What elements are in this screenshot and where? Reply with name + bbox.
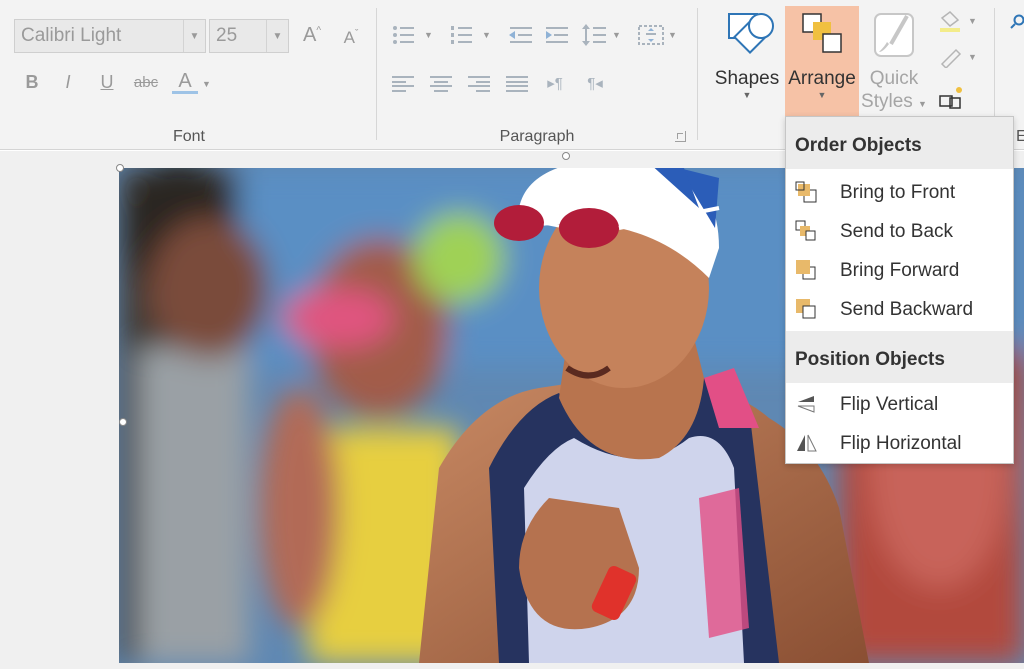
quick-styles-icon — [874, 13, 914, 57]
paint-bucket-icon — [940, 11, 960, 32]
bold-button[interactable]: B — [22, 72, 42, 93]
arrange-menu: Order Objects Bring to Front Send to Bac… — [785, 116, 1014, 464]
shape-outline-button[interactable]: ▼ — [938, 46, 978, 70]
paragraph-group: ▼ ▼ ▼ ▼ ▸¶ ¶◂ Paragraph — [378, 0, 696, 150]
increase-indent-icon — [546, 27, 568, 43]
decrease-indent-icon — [509, 27, 532, 43]
order-objects-header: Order Objects — [786, 117, 1013, 169]
font-color-icon: A — [178, 70, 192, 92]
shape-effects-button[interactable] — [938, 84, 966, 110]
numbering-icon — [451, 26, 472, 44]
text-direction-button[interactable] — [638, 23, 664, 47]
line-spacing-button[interactable] — [582, 23, 606, 47]
flip-horizontal-icon — [786, 431, 840, 457]
justify-button[interactable] — [506, 76, 528, 92]
font-size-combo[interactable]: 25 ▼ — [209, 19, 289, 53]
font-size-value: 25 — [216, 25, 238, 46]
flip-horizontal-item[interactable]: Flip Horizontal — [786, 424, 1013, 463]
chevron-down-icon[interactable]: ▼ — [202, 79, 211, 89]
position-objects-header: Position Objects — [786, 331, 1013, 383]
italic-button[interactable]: I — [58, 72, 78, 93]
bring-forward-label: Bring Forward — [840, 259, 960, 281]
shape-fill-button[interactable]: ▼ — [938, 10, 978, 34]
align-left-button[interactable] — [392, 76, 414, 92]
resize-handle[interactable] — [116, 164, 124, 172]
arrange-button[interactable]: Arrange ▼ — [785, 6, 859, 116]
quick-styles-label-line2: Styles — [861, 91, 913, 112]
send-to-back-item[interactable]: Send to Back — [786, 212, 1013, 251]
flip-vertical-label: Flip Vertical — [840, 393, 939, 415]
chevron-down-icon: ▼ — [918, 99, 927, 109]
arrange-icon — [802, 13, 842, 53]
strikethrough-button[interactable]: abc — [130, 74, 162, 91]
chevron-down-icon: ▼ — [742, 90, 752, 100]
send-to-back-label: Send to Back — [840, 220, 954, 242]
shrink-font-button[interactable]: Aˇ — [340, 28, 362, 48]
paragraph-dialog-launcher[interactable] — [675, 131, 686, 142]
quick-styles-label-line1: Quick — [869, 68, 919, 89]
chevron-down-icon: ▼ — [968, 16, 977, 26]
divider — [376, 8, 377, 140]
underline-button[interactable]: U — [97, 72, 117, 93]
font-group-label: Font — [172, 128, 205, 145]
align-center-button[interactable] — [430, 76, 452, 92]
flip-vertical-icon — [786, 392, 840, 418]
font-name-combo[interactable]: Calibri Light ▼ — [14, 19, 206, 53]
send-backward-item[interactable]: Send Backward — [786, 290, 1013, 329]
chevron-down-icon[interactable]: ▼ — [424, 30, 433, 40]
search-icon[interactable] — [1010, 14, 1024, 30]
chevron-down-icon[interactable]: ▼ — [482, 30, 491, 40]
chevron-down-icon[interactable]: ▼ — [266, 20, 288, 52]
resize-handle[interactable] — [119, 418, 127, 426]
bullets-button[interactable] — [392, 25, 414, 45]
increase-indent-button[interactable] — [544, 25, 568, 45]
grow-font-icon: A — [302, 24, 317, 46]
flip-horizontal-label: Flip Horizontal — [840, 432, 962, 454]
pencil-icon — [940, 48, 962, 70]
numbering-button[interactable] — [450, 25, 472, 45]
bring-to-front-item[interactable]: Bring to Front — [786, 173, 1013, 212]
chevron-down-icon[interactable]: ▼ — [668, 30, 677, 40]
chevron-down-icon: ▼ — [817, 90, 827, 100]
editing-group-label-partial: E — [1016, 128, 1024, 145]
shapes-label: Shapes — [714, 68, 780, 89]
chevron-down-icon: ▼ — [968, 52, 977, 62]
shrink-font-icon: A — [343, 28, 355, 47]
bring-to-front-label: Bring to Front — [840, 181, 956, 203]
send-backward-label: Send Backward — [840, 298, 974, 320]
ltr-button[interactable]: ▸¶ — [544, 74, 566, 92]
send-to-back-icon — [786, 219, 840, 245]
send-backward-icon — [786, 297, 840, 323]
rotate-handle[interactable] — [562, 152, 570, 160]
quick-styles-button[interactable]: Quick Styles ▼ — [860, 6, 928, 116]
chevron-down-icon[interactable]: ▼ — [612, 30, 621, 40]
bring-forward-icon — [786, 258, 840, 284]
text-direction-icon — [638, 25, 664, 45]
font-group: Calibri Light ▼ 25 ▼ A^ Aˇ B I U abc A ▼… — [0, 0, 378, 150]
decrease-indent-button[interactable] — [508, 25, 532, 45]
shapes-button[interactable]: Shapes ▼ — [706, 6, 788, 116]
bring-forward-item[interactable]: Bring Forward — [786, 251, 1013, 290]
line-spacing-icon — [582, 24, 606, 46]
grow-font-button[interactable]: A^ — [300, 24, 324, 47]
rtl-icon: ¶◂ — [587, 75, 603, 92]
arrange-label: Arrange — [788, 68, 856, 89]
chevron-down-icon[interactable]: ▼ — [183, 20, 205, 52]
shapes-icon — [728, 13, 774, 54]
font-color-button[interactable]: A — [172, 70, 198, 94]
paragraph-group-label: Paragraph — [499, 128, 575, 145]
bullets-icon — [393, 26, 414, 44]
launcher-arrow-icon — [677, 133, 683, 139]
bring-to-front-icon — [786, 180, 840, 206]
rtl-button[interactable]: ¶◂ — [584, 74, 606, 92]
align-right-button[interactable] — [468, 76, 490, 92]
flip-vertical-item[interactable]: Flip Vertical — [786, 385, 1013, 424]
font-name-value: Calibri Light — [21, 25, 122, 46]
ltr-icon: ▸¶ — [547, 75, 563, 92]
quick-styles-label-line2-wrap: Styles ▼ — [860, 90, 928, 116]
shape-effects-icon — [939, 87, 962, 109]
